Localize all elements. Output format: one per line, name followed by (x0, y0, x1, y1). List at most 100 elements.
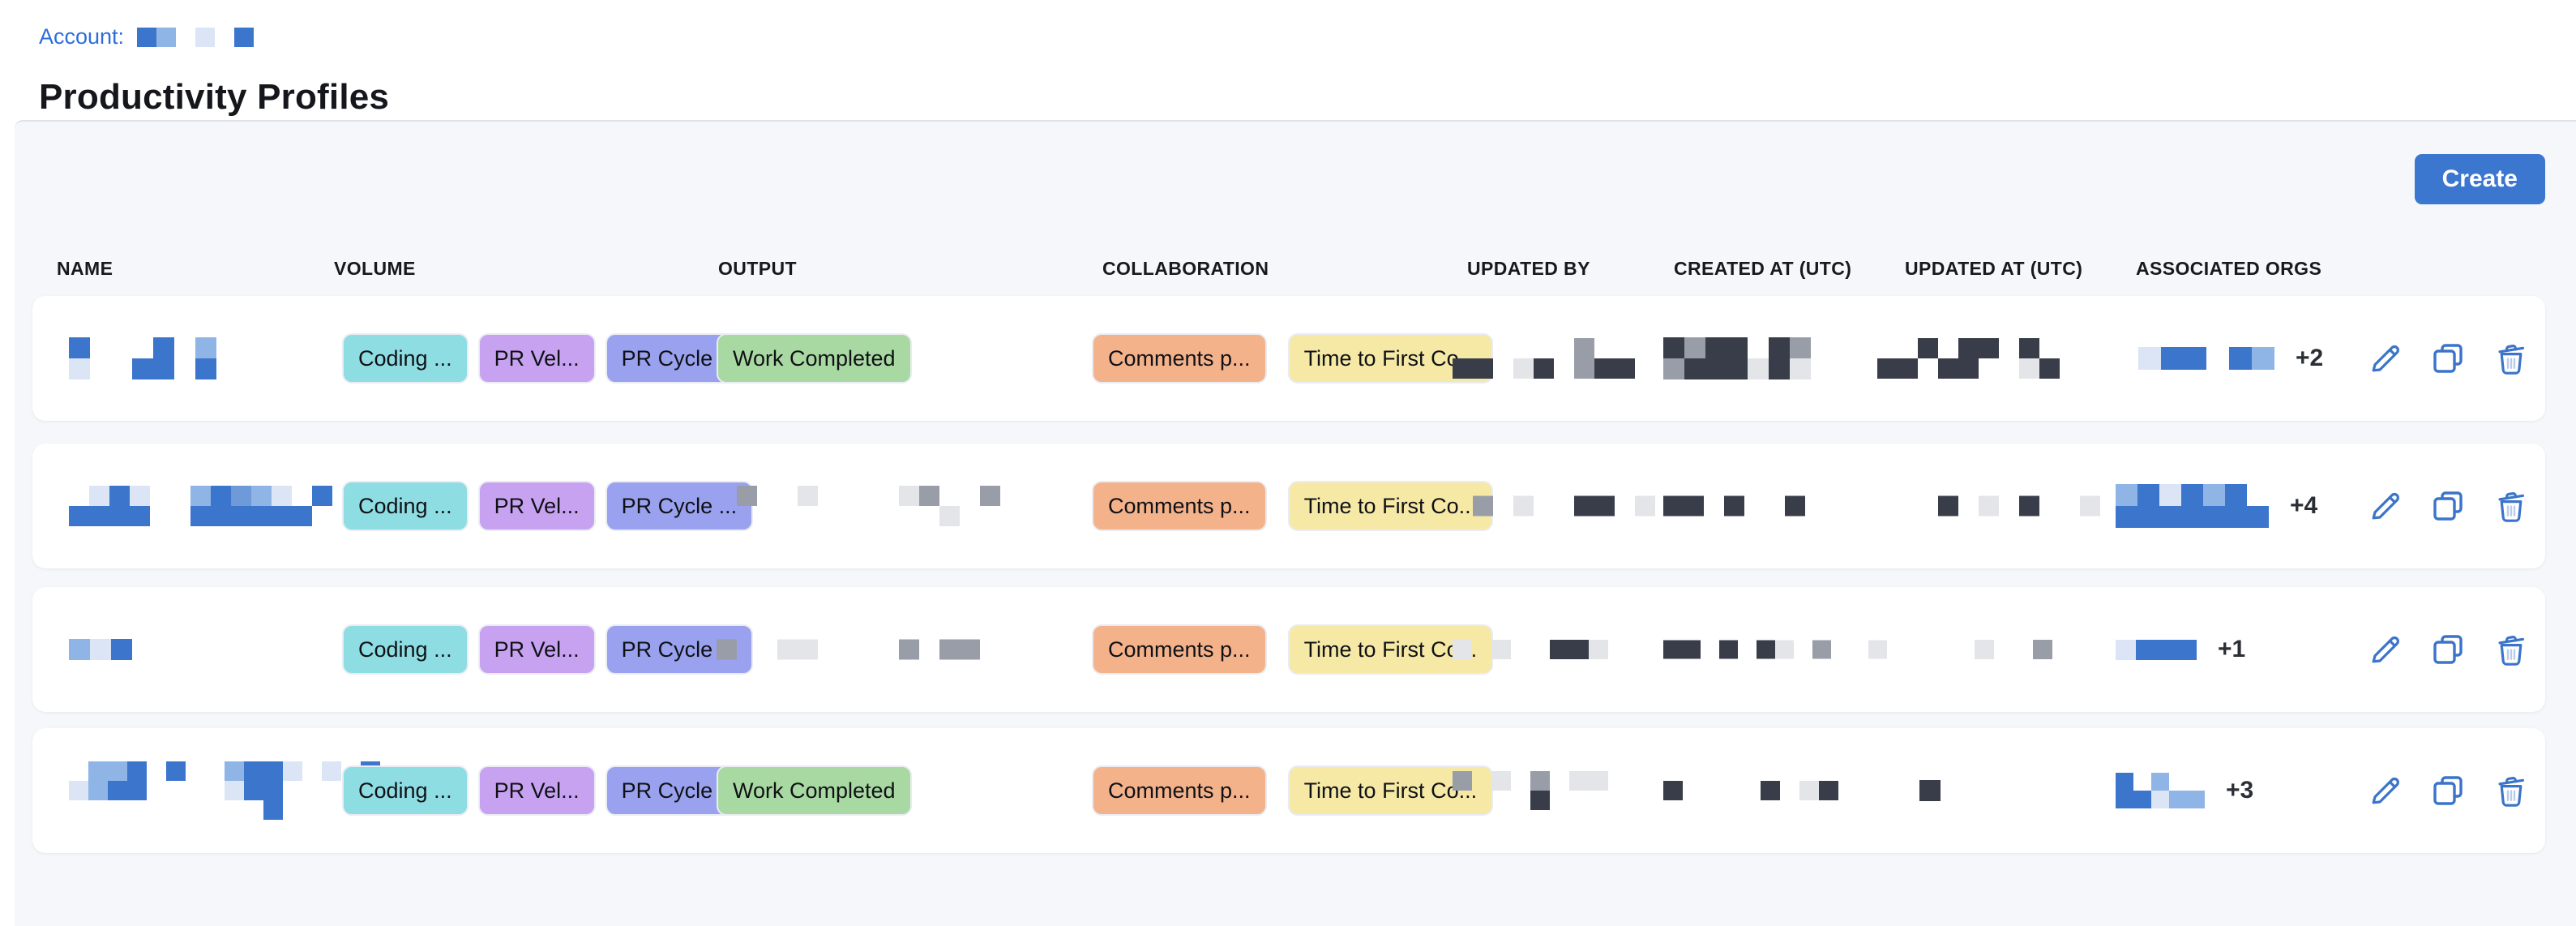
updated-at-redacted (1877, 496, 2100, 517)
updated-at-redacted (1877, 780, 1941, 801)
copy-icon (2428, 487, 2467, 525)
updated-by-cell (1453, 771, 1608, 810)
orgs-more-count: +1 (2218, 636, 2245, 663)
associated-orgs-cell: +4 (2116, 484, 2317, 528)
updated-by-cell (1453, 640, 1628, 659)
column-header-output: OUTPUT (718, 258, 797, 280)
column-header-associated-orgs: ASSOCIATED ORGS (2136, 258, 2321, 280)
pencil-icon (2366, 487, 2405, 525)
output-cell: Work Completed (717, 765, 912, 816)
updated-at-redacted (1877, 338, 2060, 379)
associated-orgs-redacted (2116, 640, 2197, 660)
updated-by-redacted (1453, 771, 1608, 810)
associated-orgs-cell: +1 (2116, 636, 2245, 663)
volume-badges: Coding ...PR Vel...PR Cycle ... (342, 333, 753, 384)
table-row: Coding ...PR Vel...PR Cycle ...Work Comp… (32, 728, 2545, 853)
volume-badges: Coding ...PR Vel...PR Cycle ... (342, 481, 753, 531)
updated-at-cell (1877, 496, 2100, 517)
profile-name-redacted (69, 639, 132, 660)
created-at-redacted (1663, 496, 1805, 517)
delete-button[interactable] (2492, 487, 2531, 525)
trash-icon (2492, 487, 2531, 525)
collaboration-metric-badge: Comments p... (1092, 624, 1267, 675)
orgs-more-count: +4 (2290, 492, 2317, 520)
column-header-name: NAME (57, 258, 113, 280)
duplicate-button[interactable] (2428, 339, 2467, 378)
edit-button[interactable] (2366, 339, 2405, 378)
trash-icon (2492, 339, 2531, 378)
pencil-icon (2366, 339, 2405, 378)
edit-button[interactable] (2366, 487, 2405, 525)
copy-icon (2428, 630, 2467, 669)
output-cell (717, 486, 1000, 526)
created-at-redacted (1663, 781, 1838, 800)
profile-name[interactable] (69, 486, 332, 526)
updated-at-cell (1877, 338, 2060, 379)
volume-metric-badge: Coding ... (342, 624, 469, 675)
updated-by-cell (1453, 496, 1655, 517)
updated-by-redacted (1453, 338, 1635, 379)
collaboration-badges: Comments p...Time to First Co... (1092, 333, 1493, 384)
table-row: Coding ...PR Vel...PR Cycle ... Comments … (32, 587, 2545, 712)
created-at-redacted (1663, 641, 1887, 659)
volume-metric-badge: PR Vel... (478, 624, 596, 675)
updated-at-redacted (1877, 640, 2091, 659)
profile-name-redacted (69, 761, 380, 820)
delete-button[interactable] (2492, 630, 2531, 669)
collaboration-badges: Comments p...Time to First Co... (1092, 481, 1493, 531)
duplicate-button[interactable] (2428, 487, 2467, 525)
column-header-volume: VOLUME (334, 258, 416, 280)
delete-button[interactable] (2492, 339, 2531, 378)
copy-icon (2428, 771, 2467, 810)
create-button[interactable]: Create (2415, 154, 2545, 204)
volume-metric-badge: Coding ... (342, 481, 469, 531)
collaboration-badges: Comments p...Time to First Co... (1092, 765, 1493, 816)
volume-metric-badge: Coding ... (342, 765, 469, 816)
output-metric-badge: Work Completed (717, 333, 912, 384)
associated-orgs-cell: +2 (2116, 345, 2323, 372)
copy-icon (2428, 339, 2467, 378)
collaboration-metric-badge: Comments p... (1092, 765, 1267, 816)
updated-at-cell (1877, 780, 1941, 801)
volume-metric-badge: PR Vel... (478, 765, 596, 816)
associated-orgs-redacted (2116, 347, 2274, 370)
productivity-profiles-page: Account: Productivity Profiles Create NA… (0, 0, 2576, 926)
edit-button[interactable] (2366, 630, 2405, 669)
column-header-updated-by: UPDATED BY (1467, 258, 1590, 280)
associated-orgs-redacted (2116, 773, 2205, 808)
created-at-cell (1663, 641, 1887, 659)
edit-button[interactable] (2366, 771, 2405, 810)
profile-name[interactable] (69, 761, 380, 820)
collaboration-metric-badge: Comments p... (1092, 481, 1267, 531)
page-title: Productivity Profiles (39, 77, 389, 118)
volume-metric-badge: PR Vel... (478, 333, 596, 384)
duplicate-button[interactable] (2428, 630, 2467, 669)
trash-icon (2492, 771, 2531, 810)
duplicate-button[interactable] (2428, 771, 2467, 810)
profile-name[interactable] (69, 639, 132, 660)
delete-button[interactable] (2492, 771, 2531, 810)
updated-by-cell (1453, 338, 1635, 379)
column-header-updated-at-utc: UPDATED AT (UTC) (1905, 258, 2082, 280)
collaboration-badges: Comments p...Time to First Co... (1092, 624, 1493, 675)
column-header-collaboration: COLLABORATION (1102, 258, 1269, 280)
associated-orgs-redacted (2116, 484, 2269, 528)
account-breadcrumb-link[interactable]: Account: (39, 24, 254, 49)
profile-name[interactable] (69, 337, 216, 379)
profile-name-redacted (69, 486, 332, 526)
profile-name-redacted (69, 337, 216, 379)
trash-icon (2492, 630, 2531, 669)
created-at-redacted (1663, 337, 1811, 379)
output-metric-badge: Work Completed (717, 765, 912, 816)
table-row: Coding ...PR Vel...PR Cycle ...Work Comp… (32, 296, 2545, 421)
created-at-cell (1663, 496, 1805, 517)
updated-by-redacted (1453, 496, 1655, 517)
table-row: Coding ...PR Vel...PR Cycle ... Comments … (32, 444, 2545, 568)
account-name-redacted (137, 28, 254, 47)
volume-metric-badge: PR Vel... (478, 481, 596, 531)
output-cell: Work Completed (717, 333, 912, 384)
pencil-icon (2366, 771, 2405, 810)
volume-badges: Coding ...PR Vel...PR Cycle ... (342, 624, 753, 675)
pencil-icon (2366, 630, 2405, 669)
output-redacted (717, 486, 1000, 526)
